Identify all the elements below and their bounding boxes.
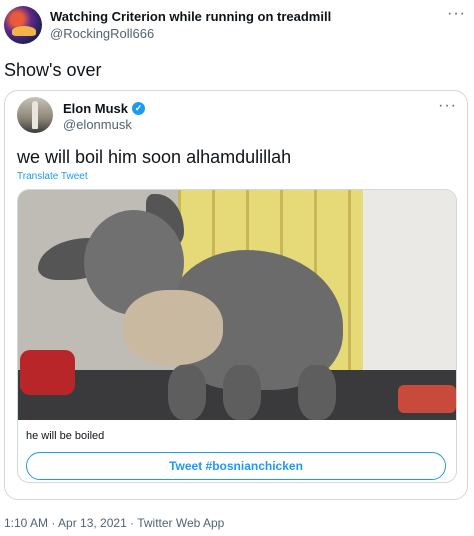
avatar[interactable]: [4, 6, 42, 44]
more-icon[interactable]: ···: [447, 6, 466, 22]
more-icon[interactable]: ···: [438, 97, 457, 115]
tweet-timestamp[interactable]: 1:10 AM · Apr 13, 2021 · Twitter Web App: [4, 516, 224, 530]
tweet-header: Watching Criterion while running on trea…: [0, 0, 474, 50]
tweet-text: Show's over: [4, 60, 102, 80]
dog-photo[interactable]: [18, 190, 456, 420]
display-name[interactable]: Watching Criterion while running on trea…: [50, 9, 331, 24]
user-handle[interactable]: @RockingRoll666: [50, 26, 154, 41]
tweet-hashtag-button[interactable]: Tweet #bosnianchicken: [26, 452, 446, 480]
quoted-handle[interactable]: @elonmusk: [63, 117, 132, 132]
media-card[interactable]: he will be boiled Tweet #bosnianchicken: [17, 189, 457, 483]
card-caption: he will be boiled: [26, 430, 105, 442]
quoted-name-label: Elon Musk: [63, 101, 129, 116]
quoted-tweet-text: we will boil him soon alhamdulillah: [17, 147, 292, 167]
verified-icon: ✓: [132, 102, 146, 115]
translate-tweet-link[interactable]: Translate Tweet: [17, 171, 88, 182]
quoted-display-name[interactable]: Elon Musk ✓: [63, 101, 146, 116]
quoted-avatar[interactable]: [17, 97, 53, 133]
quoted-tweet[interactable]: Elon Musk ✓ @elonmusk ··· we will boil h…: [4, 90, 468, 500]
